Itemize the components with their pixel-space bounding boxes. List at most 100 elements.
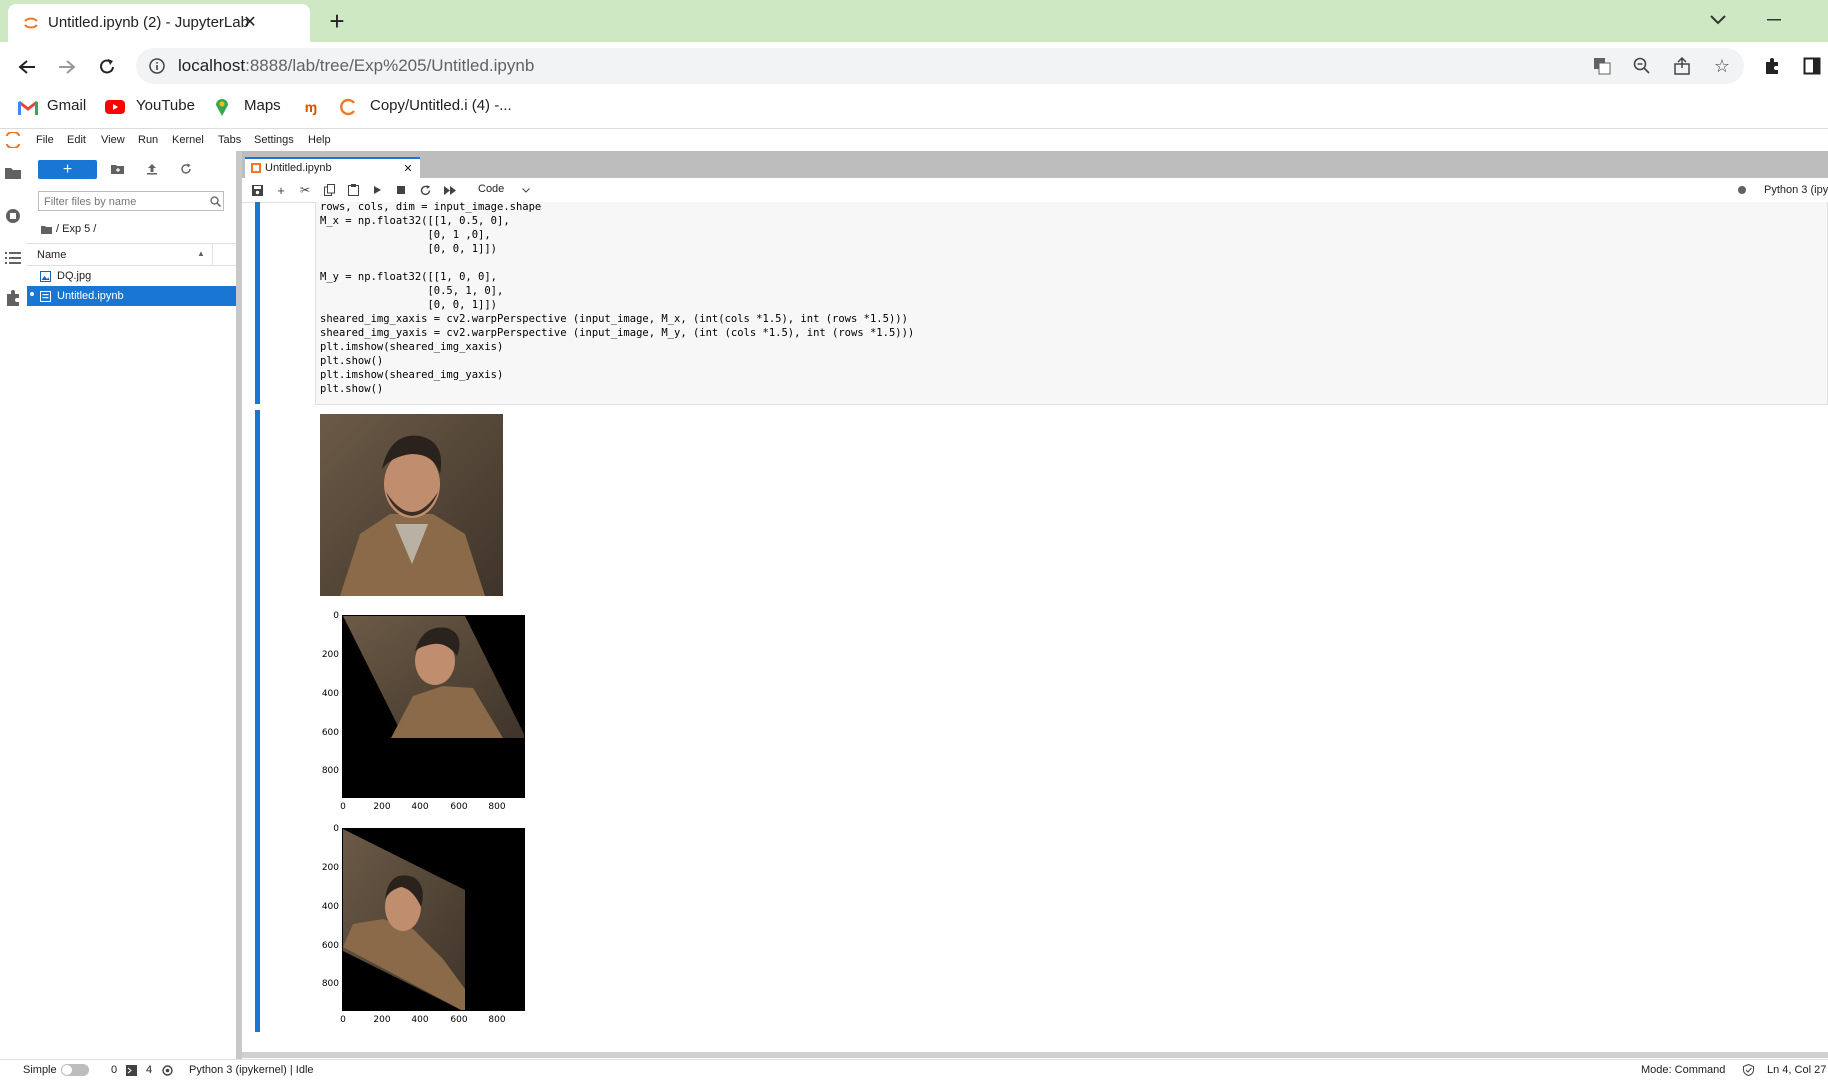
menu-run[interactable]: Run <box>138 134 158 146</box>
y-tick: 600 <box>321 728 339 738</box>
cell-type-dropdown[interactable]: Code <box>470 181 532 199</box>
new-folder-icon[interactable] <box>109 161 125 177</box>
left-activity-bar <box>0 151 28 1059</box>
menu-help[interactable]: Help <box>308 134 331 146</box>
code-line: sheared_img_xaxis = cv2.warpPerspective … <box>320 313 908 325</box>
simple-mode-label: Simple <box>23 1064 57 1076</box>
site-info-icon[interactable] <box>148 57 166 75</box>
code-line: [0, 0, 1]]) <box>320 299 498 311</box>
folder-icon[interactable] <box>4 163 22 181</box>
kernel-name[interactable]: Python 3 (ipy <box>1764 184 1828 196</box>
output-collapser[interactable] <box>255 410 260 1032</box>
bookmark-maps[interactable]: Maps <box>244 97 281 114</box>
column-name[interactable]: Name <box>37 249 66 261</box>
y-tick: 800 <box>321 979 339 989</box>
url-path: :8888/lab/tree/Exp%205/Untitled.ipynb <box>245 56 535 75</box>
kernel-count[interactable]: 4 <box>146 1064 152 1076</box>
image-file-icon <box>39 270 51 282</box>
home-folder-icon[interactable] <box>39 223 53 235</box>
sheared-x-plot: 0 200 400 600 800 0 200 400 600 800 <box>315 611 535 817</box>
insert-cell-icon[interactable]: + <box>274 183 288 198</box>
notebook-tab[interactable]: Untitled.ipynb ✕ <box>245 157 420 178</box>
x-tick: 800 <box>488 1015 506 1025</box>
kernel-bug-icon[interactable] <box>1736 184 1748 196</box>
minimize-icon[interactable] <box>1762 8 1786 32</box>
menu-file[interactable]: File <box>36 134 54 146</box>
back-icon[interactable] <box>14 54 40 80</box>
x-tick: 600 <box>450 1015 468 1025</box>
document-tabbar <box>242 151 1828 178</box>
horizontal-scrollbar[interactable] <box>242 1052 1828 1058</box>
stop-kernel-icon[interactable] <box>394 183 408 197</box>
table-of-contents-icon[interactable] <box>4 249 22 267</box>
bookmark-youtube[interactable]: YouTube <box>136 97 195 114</box>
bookmark-gmail[interactable]: Gmail <box>47 97 86 114</box>
maps-icon <box>214 97 230 117</box>
cursor-position[interactable]: Ln 4, Col 27 <box>1767 1064 1826 1076</box>
running-kernels-icon[interactable] <box>4 207 22 225</box>
extensions-icon[interactable] <box>1760 54 1784 78</box>
browser-tab-title: Untitled.ipynb (2) - JupyterLab <box>48 14 249 31</box>
x-tick: 0 <box>340 802 346 812</box>
reload-icon[interactable] <box>94 54 120 80</box>
cell-type-value: Code <box>478 183 505 195</box>
restart-run-all-icon[interactable] <box>442 183 458 197</box>
browser-tab[interactable]: Untitled.ipynb (2) - JupyterLab ✕ <box>8 4 310 42</box>
upload-icon[interactable] <box>144 161 160 177</box>
tab-search-icon[interactable] <box>1706 8 1730 32</box>
close-tab-icon[interactable]: ✕ <box>240 12 260 32</box>
notebook-tab-title: Untitled.ipynb <box>265 162 332 174</box>
menu-tabs[interactable]: Tabs <box>218 134 241 146</box>
new-tab-icon[interactable]: + <box>324 6 350 36</box>
menu-view[interactable]: View <box>101 134 125 146</box>
code-cell-editor[interactable]: rows, cols, dim = input_image.shape M_x … <box>315 201 1828 405</box>
filter-files-input[interactable] <box>42 193 206 211</box>
run-cell-icon[interactable] <box>370 183 384 197</box>
menu-edit[interactable]: Edit <box>67 134 86 146</box>
translate-icon[interactable] <box>1592 56 1612 76</box>
paste-icon[interactable] <box>346 183 360 197</box>
sheared-y-image <box>342 828 525 1011</box>
terminal-count[interactable]: 0 <box>111 1064 117 1076</box>
output-image-portrait <box>320 414 503 596</box>
search-icon <box>208 194 222 208</box>
forward-icon[interactable] <box>54 54 80 80</box>
y-tick: 200 <box>321 650 339 660</box>
jupyter-favicon-icon <box>22 14 40 32</box>
breadcrumb[interactable]: / Exp 5 / <box>56 223 96 235</box>
notebook-tab-icon <box>250 162 262 174</box>
code-line: [0.5, 1, 0], <box>320 285 504 297</box>
y-tick: 800 <box>321 766 339 776</box>
file-list-header[interactable]: Name ▲ <box>27 243 236 266</box>
code-line: plt.imshow(sheared_img_xaxis) <box>320 341 504 353</box>
side-panel-icon[interactable] <box>1800 54 1824 78</box>
refresh-icon[interactable] <box>178 161 194 177</box>
file-row-selected[interactable]: Untitled.ipynb <box>27 286 236 306</box>
trusted-icon[interactable] <box>1741 1063 1755 1077</box>
bookmark-m-icon[interactable]: ɱ <box>300 98 322 116</box>
new-launcher-button[interactable]: + <box>38 160 97 179</box>
bookmark-copy-untitled[interactable]: Copy/Untitled.i (4) -... <box>370 97 512 114</box>
close-notebook-tab-icon[interactable]: ✕ <box>401 161 415 175</box>
cut-icon[interactable]: ✂ <box>298 183 312 197</box>
file-row[interactable]: DQ.jpg <box>27 266 236 286</box>
simple-mode-toggle[interactable] <box>61 1064 89 1076</box>
zoom-icon[interactable] <box>1632 56 1652 76</box>
menu-kernel[interactable]: Kernel <box>172 134 204 146</box>
share-icon[interactable] <box>1672 56 1692 76</box>
notebook-file-icon <box>39 290 51 302</box>
kernel-status[interactable]: Python 3 (ipykernel) | Idle <box>189 1064 314 1076</box>
code-line: sheared_img_yaxis = cv2.warpPerspective … <box>320 327 915 339</box>
jupyter-bookmark-icon <box>338 97 358 117</box>
y-tick: 200 <box>321 863 339 873</box>
bookmark-star-icon[interactable]: ☆ <box>1712 56 1732 76</box>
copy-icon[interactable] <box>322 183 336 197</box>
menu-settings[interactable]: Settings <box>254 134 294 146</box>
save-icon[interactable] <box>250 183 264 197</box>
x-tick: 400 <box>411 802 429 812</box>
restart-kernel-icon[interactable] <box>418 183 432 197</box>
x-tick: 800 <box>488 802 506 812</box>
extension-manager-icon[interactable] <box>4 289 22 307</box>
address-bar[interactable]: localhost:8888/lab/tree/Exp%205/Untitled… <box>136 48 1744 84</box>
terminal-icon <box>125 1064 137 1076</box>
